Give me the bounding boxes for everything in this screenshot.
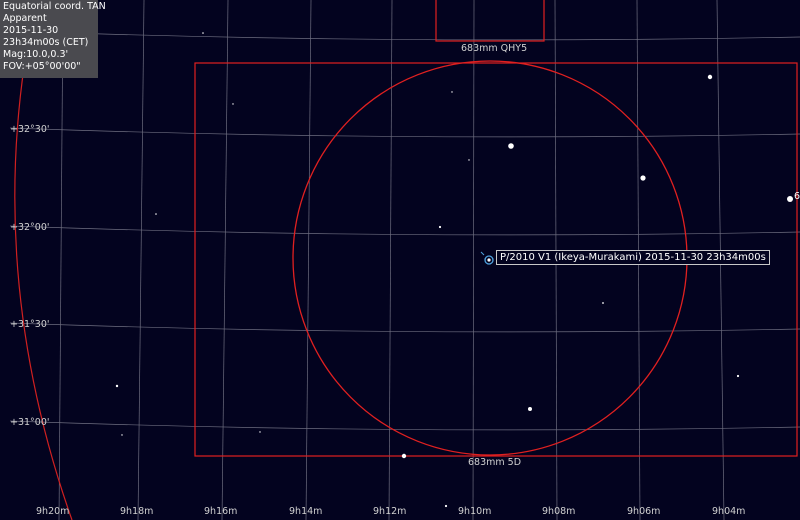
fov-text: FOV:+05°00'00": [3, 61, 81, 72]
ra-label: 9h08m: [542, 506, 576, 517]
dec-label: +31°30': [10, 319, 50, 330]
star: [444, 504, 448, 508]
star: [115, 384, 119, 388]
star: [707, 74, 713, 80]
ra-line: [472, 0, 475, 520]
ra-line: [388, 0, 393, 520]
chart-info-panel: Equatorial coord. TAN Apparent 2015-11-3…: [0, 0, 106, 78]
ra-line: [137, 0, 145, 520]
dec-line: [9, 127, 800, 138]
star: [451, 91, 453, 93]
ra-line: [221, 0, 229, 520]
time-text: 23h34m00s (CET): [3, 37, 89, 48]
star: [528, 407, 532, 411]
magnitude-text: Mag:10.0,0.3': [3, 49, 69, 60]
ccd-frame-qhy5: [435, 0, 545, 42]
star: [232, 103, 234, 105]
ra-label: 9h14m: [289, 506, 323, 517]
edge-star-label: 6: [794, 191, 800, 202]
star: [438, 225, 442, 229]
ra-label: 9h16m: [204, 506, 238, 517]
projection-text: Equatorial coord. TAN: [3, 1, 106, 12]
dec-line: [9, 225, 800, 236]
ra-label: 9h18m: [120, 506, 154, 517]
comet-label[interactable]: P/2010 V1 (Ikeya-Murakami) 2015-11-30 23…: [496, 250, 770, 265]
star: [259, 431, 261, 433]
dec-line: [9, 30, 800, 41]
horizon-circle: [14, 0, 73, 520]
mode-text: Apparent: [3, 13, 47, 24]
dec-line: [9, 420, 800, 431]
star: [468, 159, 470, 161]
star-field: [115, 32, 793, 508]
star: [508, 143, 514, 149]
ra-label: 9h20m: [36, 506, 70, 517]
dec-label: +31°00': [10, 417, 50, 428]
dec-label: +32°00': [10, 222, 50, 233]
star: [155, 213, 157, 215]
ra-label: 9h12m: [373, 506, 407, 517]
star: [121, 434, 123, 436]
qhy5-frame-label: 683mm QHY5: [461, 43, 528, 54]
ra-line: [58, 0, 64, 520]
ra-label: 9h06m: [627, 506, 661, 517]
comet-marker-icon[interactable]: [480, 251, 494, 265]
ra-label: 9h04m: [712, 506, 746, 517]
star: [602, 302, 604, 304]
dec-line: [9, 322, 800, 333]
star: [401, 453, 407, 459]
star: [787, 196, 793, 202]
star: [736, 374, 740, 378]
date-text: 2015-11-30: [3, 25, 59, 36]
ra-line: [305, 0, 312, 520]
dec-label: +32°30': [10, 124, 50, 135]
star: [640, 175, 646, 181]
5d-frame-label: 683mm 5D: [468, 457, 522, 468]
ra-label: 9h10m: [458, 506, 492, 517]
star: [202, 32, 204, 34]
